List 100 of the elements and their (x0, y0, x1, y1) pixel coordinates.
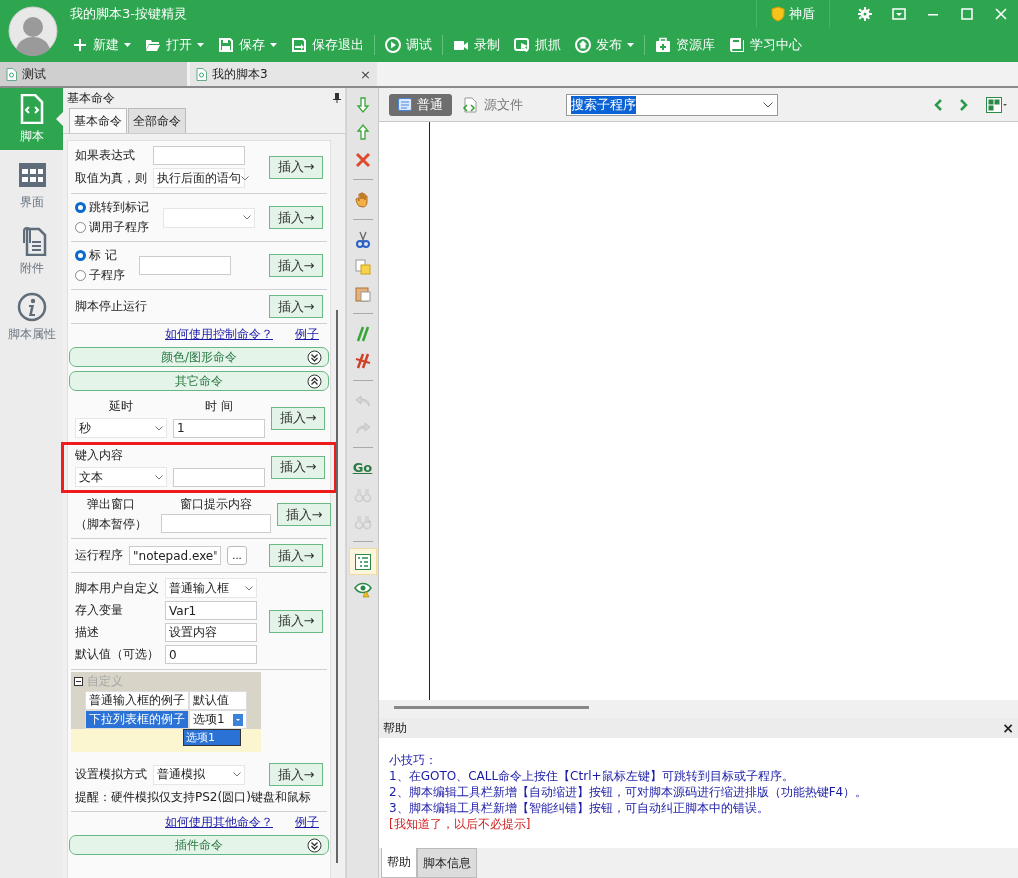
text-field[interactable] (161, 514, 271, 533)
goto-button[interactable]: Go (348, 454, 377, 481)
nav-item[interactable]: 界面 (0, 154, 63, 216)
nav-item[interactable]: 脚本属性 (0, 286, 63, 348)
text-field[interactable] (153, 146, 245, 165)
forward-icon[interactable] (960, 98, 968, 111)
field-label: 如果表达式 (75, 147, 136, 164)
collapse-icon (307, 374, 322, 389)
delete-icon[interactable] (353, 150, 372, 169)
text-field[interactable]: 1 (173, 418, 265, 438)
insert-button[interactable]: 插入→ (269, 609, 323, 633)
dropdown[interactable]: 秒 (75, 418, 167, 438)
caret-icon (124, 43, 131, 47)
layout-icon[interactable] (986, 96, 1008, 113)
section-header[interactable]: 颜色/图形命令 (69, 347, 329, 367)
avatar-icon (8, 6, 58, 56)
radio-button[interactable]: 标 记 (75, 247, 125, 264)
panel-tab[interactable]: 全部命令 (128, 108, 186, 133)
text-field[interactable]: Var1 (165, 601, 257, 620)
tips-heading: 小技巧： (389, 752, 437, 768)
field-label: 键入内容 (75, 447, 124, 464)
panel-tab[interactable]: 基本命令 (69, 108, 127, 133)
dropdown[interactable]: 普通输入框 (165, 578, 257, 598)
folder-icon (145, 37, 161, 53)
dropdown-menu-icon[interactable] (891, 6, 907, 22)
section-header[interactable]: 其它命令 (69, 371, 329, 391)
close-icon[interactable] (993, 6, 1009, 22)
scissors-icon[interactable] (353, 230, 372, 249)
document-tab[interactable]: 测试 (0, 62, 190, 86)
insert-button[interactable]: 插入→ (269, 763, 323, 786)
field-label: （脚本暂停） (75, 516, 147, 533)
scrollbar-thumb[interactable] (336, 309, 338, 864)
dropdown[interactable]: 文本 (75, 467, 167, 487)
screen-cursor-icon (514, 37, 530, 53)
crossed-slash-icon[interactable] (353, 351, 372, 370)
radio-button[interactable]: 跳转到标记 (75, 199, 149, 216)
view-tab[interactable]: 普通 (389, 93, 452, 116)
insert-button[interactable]: 插入→ (269, 295, 323, 318)
section-header[interactable]: 插件命令 (69, 835, 329, 855)
radio-button[interactable]: 调用子程序 (75, 219, 149, 236)
panel-title: 帮助 (383, 719, 407, 737)
scrollbar-thumb[interactable] (394, 706, 589, 709)
window-title: 我的脚本3-按键精灵 (69, 5, 188, 23)
preview-text: 下拉列表框的例子 (85, 710, 189, 729)
text-field[interactable]: 设置内容 (165, 623, 257, 642)
search-text: 搜索子程序 (571, 95, 636, 114)
shield-icon (771, 6, 785, 22)
reminder-text: 提醒：硬件模拟仅支持PS2(圆口)键盘和鼠标 (75, 789, 312, 806)
dropdown[interactable]: 普通模拟 (153, 764, 245, 785)
document-lines-icon (398, 98, 412, 111)
field-label: 默认值（可选） (75, 646, 159, 663)
script-file-icon (6, 67, 17, 81)
text-field[interactable] (173, 467, 265, 487)
dismiss-link[interactable]: [我知道了，以后不必提示] (389, 816, 531, 832)
copy-icon[interactable] (353, 257, 372, 276)
help-link[interactable]: 如何使用控制命令？ (165, 326, 273, 343)
info-icon (16, 291, 47, 322)
field-label: 脚本停止运行 (75, 298, 147, 315)
bottom-tab[interactable]: 脚本信息 (417, 848, 477, 878)
insert-button[interactable]: 插入→ (269, 206, 323, 229)
insert-button[interactable]: 插入→ (269, 155, 323, 179)
close-button[interactable]: × (360, 66, 371, 82)
help-link[interactable]: 例子 (295, 326, 319, 343)
insert-button[interactable]: 插入→ (269, 544, 323, 567)
search-dropdown[interactable]: 搜索子程序 (566, 93, 778, 116)
field-label: 弹出窗口 (86, 496, 136, 513)
text-field[interactable]: 0 (165, 645, 257, 664)
field-label: 延时 (108, 398, 134, 415)
indent-list-icon[interactable] (353, 552, 372, 571)
text-field[interactable] (139, 256, 231, 275)
preview-text: 选项1 (193, 711, 225, 728)
close-button[interactable]: × (1002, 720, 1014, 736)
document-tab[interactable]: 我的脚本3 × (190, 62, 380, 86)
field-label: 运行程序 (75, 547, 123, 564)
insert-button[interactable]: 插入→ (277, 503, 331, 526)
insert-button[interactable]: 插入→ (271, 406, 325, 430)
chevron-down-icon (763, 101, 773, 108)
chevron-down-icon (243, 215, 251, 220)
nav-item[interactable]: 附件 (0, 220, 63, 282)
field-label: 时 间 (204, 398, 234, 415)
radio-button[interactable]: 子程序 (75, 267, 125, 284)
chevron-down-icon (233, 772, 241, 777)
chevron-down-icon (155, 474, 163, 480)
bottom-tab[interactable]: 帮助 (381, 848, 417, 878)
tip-text: 3、脚本编辑工具栏新增【智能纠错】按钮，可自动纠正脚本中的错误。 (389, 800, 769, 816)
back-icon[interactable] (934, 98, 942, 111)
clipboard-icon[interactable] (353, 284, 372, 303)
panel-title: 基本命令 (67, 89, 115, 107)
pin-icon[interactable] (333, 93, 341, 103)
maximize-icon[interactable] (959, 6, 975, 22)
preview-text: 选项1 (183, 729, 241, 746)
view-tab[interactable]: 源文件 (452, 93, 532, 116)
field-label: 窗口提示内容 (180, 496, 252, 513)
text-field[interactable]: "notepad.exe" (129, 546, 221, 565)
insert-button[interactable]: 插入→ (271, 455, 325, 479)
settings-icon[interactable] (857, 6, 873, 22)
insert-button[interactable]: 插入→ (269, 254, 323, 277)
help-link[interactable]: 例子 (295, 814, 319, 831)
browse-button[interactable]: ... (227, 546, 247, 565)
help-link[interactable]: 如何使用其他命令？ (165, 814, 273, 831)
